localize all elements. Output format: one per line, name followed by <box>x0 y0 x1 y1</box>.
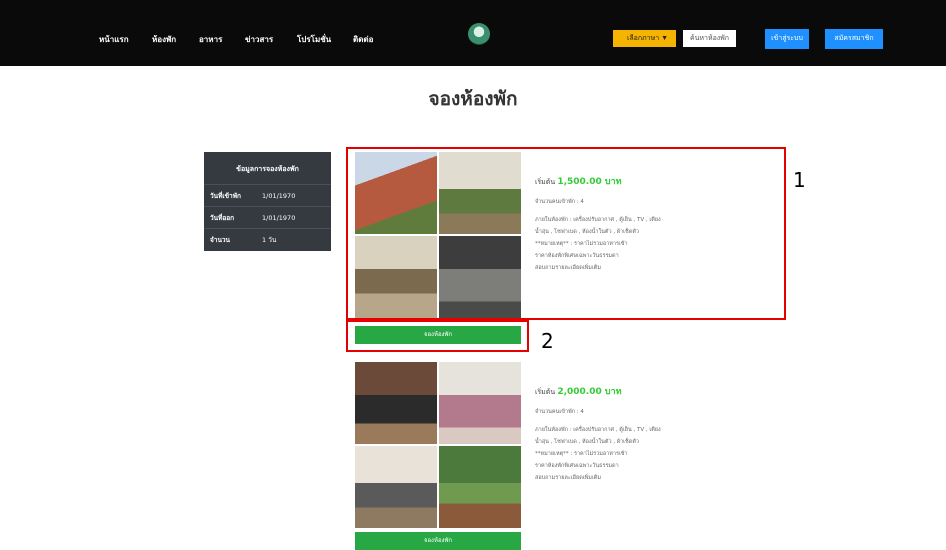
summary-value: 1/01/1970 <box>262 191 296 200</box>
nav-link-contact[interactable]: ติดต่อ <box>353 33 373 46</box>
amenity-line: ภายในห้องพัก : เครื่องปรับอากาศ , ตู้เย็… <box>535 427 661 433</box>
summary-label: วันที่เข้าพัก <box>210 191 241 200</box>
book-room-button[interactable]: จองห้องพัก <box>355 532 521 550</box>
nav-link-rooms[interactable]: ห้องพัก <box>152 33 176 46</box>
price-prefix: เริ่มต้น <box>535 388 556 396</box>
chevron-down-icon: ▼ <box>661 35 669 42</box>
top-navbar: หน้าแรก ห้องพัก อาหาร ข่าวสาร โปรโมชั่น … <box>0 0 946 66</box>
room-photo <box>355 362 437 444</box>
booking-summary-title: ข้อมูลการจองห้องพัก <box>236 165 299 173</box>
summary-row: วันที่เข้าพัก 1/01/1970 <box>204 184 331 206</box>
amenity-line: ราคาห้องพักพิเศษเฉพาะวันธรรมดา <box>535 463 619 469</box>
language-dropdown[interactable]: เลือกภาษา ▼ <box>613 30 676 47</box>
search-room-button[interactable]: ค้นหาห้องพัก <box>683 30 736 47</box>
room-photo <box>355 446 437 528</box>
nav-link-news[interactable]: ข่าวสาร <box>245 33 273 46</box>
amenity-line: สอบถามรายละเอียดเพิ่มเติม <box>535 475 601 481</box>
room-photo <box>439 362 521 444</box>
amenity-line: **หมายเหตุ** : ราคาไม่รวมอาหารเช้า <box>535 451 628 457</box>
room-price: 2,000.00 บาท <box>557 387 622 397</box>
register-button[interactable]: สมัครสมาชิก <box>825 29 883 49</box>
annotation-label: 2 <box>541 329 554 353</box>
amenity-line: น้ำอุ่น , โซฟาเบด , ห้องน้ำในตัว , ผ้าเช… <box>535 439 639 445</box>
summary-label: วันที่ออก <box>210 213 235 222</box>
resort-logo-icon[interactable] <box>468 23 490 45</box>
nav-link-home[interactable]: หน้าแรก <box>99 33 129 46</box>
nav-link-promotions[interactable]: โปรโมชั่น <box>297 33 331 46</box>
guest-count: จำนวนคนเข้าพัก : 4 <box>535 409 584 415</box>
summary-row: จำนวน 1 วัน <box>204 228 331 250</box>
highlight-box-room-card <box>346 147 786 320</box>
login-button[interactable]: เข้าสู่ระบบ <box>765 29 809 49</box>
price-line: เริ่มต้น 2,000.00 บาท <box>535 384 705 398</box>
room-card: เริ่มต้น 2,000.00 บาท จำนวนคนเข้าพัก : 4… <box>355 362 785 550</box>
summary-row: วันที่ออก 1/01/1970 <box>204 206 331 228</box>
highlight-box-book-button <box>346 320 529 352</box>
page-title: จองห้องพัก <box>428 88 518 110</box>
amenities-list: ภายในห้องพัก : เครื่องปรับอากาศ , ตู้เย็… <box>535 424 705 484</box>
language-label: เลือกภาษา <box>626 35 660 42</box>
booking-summary-panel: ข้อมูลการจองห้องพัก วันที่เข้าพัก 1/01/19… <box>204 152 331 251</box>
summary-value: 1/01/1970 <box>262 213 296 222</box>
room-photo <box>439 446 521 528</box>
summary-value: 1 วัน <box>262 235 277 244</box>
room-photo-collage[interactable] <box>355 362 521 528</box>
nav-link-food[interactable]: อาหาร <box>199 33 222 46</box>
annotation-label: 1 <box>793 168 806 192</box>
room-info: เริ่มต้น 2,000.00 บาท จำนวนคนเข้าพัก : 4… <box>535 384 705 484</box>
summary-label: จำนวน <box>210 235 230 244</box>
